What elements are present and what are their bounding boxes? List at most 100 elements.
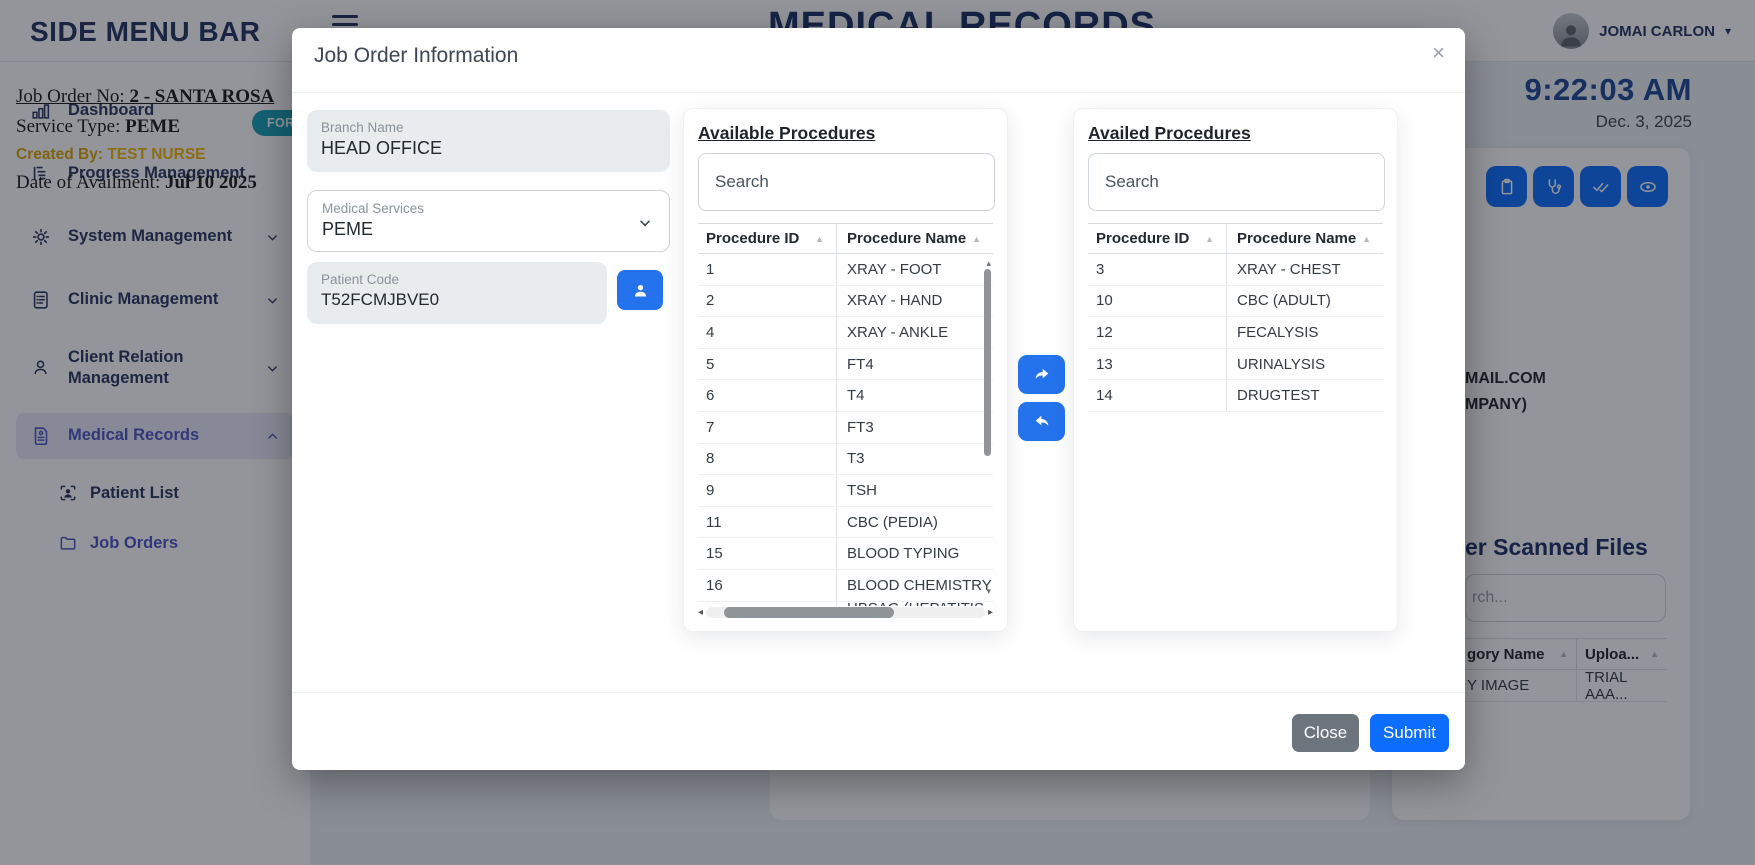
cell-procedure-id: 4	[698, 317, 837, 348]
table-row[interactable]: 9 TSH	[698, 475, 993, 507]
scroll-down-icon[interactable]: ▾	[986, 587, 991, 600]
patient-code-field: Patient Code T52FCMJBVE0	[307, 262, 607, 324]
available-procedures-title: Available Procedures	[698, 123, 1007, 144]
table-row[interactable]: 1 XRAY - FOOT	[698, 254, 993, 286]
cell-procedure-name: FT4	[837, 349, 993, 380]
person-icon	[631, 281, 650, 300]
cell-procedure-name: BLOOD CHEMISTRY	[837, 570, 993, 601]
table-row[interactable]: 2 XRAY - HAND	[698, 286, 993, 318]
cell-procedure-name: CBC (PEDIA)	[837, 507, 993, 538]
medical-services-select[interactable]: Medical Services PEME	[307, 190, 670, 252]
table-header-row: Procedure ID ▲ Procedure Name ▲	[1088, 223, 1383, 254]
cell-procedure-id: 10	[1088, 286, 1227, 317]
patient-code-label: Patient Code	[321, 272, 593, 287]
cell-procedure-name: BLOOD TYPING	[837, 538, 993, 569]
cell-procedure-id: 15	[698, 538, 837, 569]
modal-footer-divider	[292, 692, 1465, 693]
cell-procedure-name: XRAY - CHEST	[1227, 254, 1383, 285]
sort-caret-icon: ▲	[972, 234, 981, 244]
move-to-availed-button[interactable]	[1018, 355, 1065, 394]
submit-button[interactable]: Submit	[1370, 714, 1449, 752]
select-patient-button[interactable]	[617, 270, 663, 310]
cell-procedure-name: T3	[837, 444, 993, 475]
table-row[interactable]: 12 FECALYSIS	[1088, 317, 1383, 349]
table-row[interactable]: 10 CBC (ADULT)	[1088, 286, 1383, 318]
cell-procedure-name: XRAY - HAND	[837, 286, 993, 317]
table-row[interactable]: 16 BLOOD CHEMISTRY	[698, 570, 993, 602]
cell-procedure-name: T4	[837, 380, 993, 411]
job-order-modal: Job Order Information × Branch Name HEAD…	[292, 28, 1465, 770]
scroll-up-icon[interactable]: ▴	[986, 259, 991, 268]
table-row[interactable]: 4 XRAY - ANKLE	[698, 317, 993, 349]
cell-procedure-name: CBC (ADULT)	[1227, 286, 1383, 317]
column-header-procedure-id[interactable]: Procedure ID ▲	[1088, 224, 1227, 253]
cell-procedure-name: FT3	[837, 412, 993, 443]
chevron-down-icon	[637, 215, 653, 231]
table-row[interactable]: 6 T4	[698, 380, 993, 412]
cell-procedure-id: 12	[1088, 317, 1227, 348]
cell-procedure-id: 13	[1088, 349, 1227, 380]
cell-procedure-name: FECALYSIS	[1227, 317, 1383, 348]
cell-procedure-id: 11	[698, 507, 837, 538]
table-header-row: Procedure ID ▲ Procedure Name ▲	[698, 223, 993, 254]
table-row[interactable]: 5 FT4	[698, 349, 993, 381]
cell-procedure-id: 1	[698, 254, 837, 285]
table-row[interactable]: 7 FT3	[698, 412, 993, 444]
sort-caret-icon: ▲	[1205, 234, 1214, 244]
sort-caret-icon: ▲	[1362, 234, 1371, 244]
column-header-procedure-id[interactable]: Procedure ID ▲	[698, 224, 837, 253]
branch-name-label: Branch Name	[321, 120, 656, 135]
availed-search-input[interactable]	[1088, 153, 1385, 211]
scroll-right-icon[interactable]: ▸	[988, 608, 993, 618]
modal-header-divider	[292, 92, 1465, 93]
table-row[interactable]: 8 T3	[698, 444, 993, 476]
close-icon[interactable]: ×	[1432, 40, 1445, 66]
table-body: 3 XRAY - CHEST 10 CBC (ADULT) 12 FECALYS…	[1088, 254, 1383, 412]
column-label: Procedure Name	[847, 230, 966, 247]
arrow-right-icon	[1032, 365, 1052, 385]
column-header-procedure-name[interactable]: Procedure Name ▲	[837, 224, 993, 253]
cell-procedure-id: 2	[698, 286, 837, 317]
table-row[interactable]: 11 CBC (PEDIA)	[698, 507, 993, 539]
cell-procedure-id: 6	[698, 380, 837, 411]
column-label: Procedure ID	[1096, 230, 1189, 247]
cell-procedure-name: URINALYSIS	[1227, 349, 1383, 380]
table-row[interactable]: 3 XRAY - CHEST	[1088, 254, 1383, 286]
available-procedures-panel: Available Procedures Procedure ID ▲ Proc…	[683, 108, 1008, 632]
cell-procedure-id: 16	[698, 570, 837, 601]
availed-procedures-table: Procedure ID ▲ Procedure Name ▲ 3 XRAY -…	[1088, 223, 1383, 412]
app-root: SIDE MENU BAR Dashboard Progress Managem…	[0, 0, 1755, 865]
move-to-available-button[interactable]	[1018, 402, 1065, 441]
cell-procedure-id: 8	[698, 444, 837, 475]
modal-title: Job Order Information	[314, 44, 518, 68]
horizontal-scrollbar-thumb[interactable]	[724, 607, 894, 618]
cell-procedure-name: XRAY - FOOT	[837, 254, 993, 285]
cell-procedure-id: 14	[1088, 380, 1227, 411]
cell-procedure-id: 9	[698, 475, 837, 506]
patient-code-value: T52FCMJBVE0	[321, 290, 593, 310]
vertical-scrollbar-thumb[interactable]	[984, 269, 991, 456]
cell-procedure-id: 5	[698, 349, 837, 380]
cell-procedure-name: TSH	[837, 475, 993, 506]
availed-procedures-title: Availed Procedures	[1088, 123, 1397, 144]
column-header-procedure-name[interactable]: Procedure Name ▲	[1227, 224, 1383, 253]
horizontal-scrollbar-track[interactable]	[706, 607, 985, 618]
cell-procedure-name: DRUGTEST	[1227, 380, 1383, 411]
table-row[interactable]: 15 BLOOD TYPING	[698, 538, 993, 570]
close-button[interactable]: Close	[1292, 714, 1359, 752]
column-label: Procedure Name	[1237, 230, 1356, 247]
table-body: 1 XRAY - FOOT 2 XRAY - HAND 4 XRAY - ANK…	[698, 254, 993, 606]
cell-procedure-id: 7	[698, 412, 837, 443]
sort-caret-icon: ▲	[815, 234, 824, 244]
cell-procedure-name: XRAY - ANKLE	[837, 317, 993, 348]
arrow-left-icon	[1032, 412, 1052, 432]
table-row[interactable]: 13 URINALYSIS	[1088, 349, 1383, 381]
horizontal-scrollbar: ◂ ▸	[698, 606, 993, 619]
table-row[interactable]: 14 DRUGTEST	[1088, 380, 1383, 412]
availed-procedures-panel: Availed Procedures Procedure ID ▲ Proced…	[1073, 108, 1398, 632]
column-label: Procedure ID	[706, 230, 799, 247]
available-search-input[interactable]	[698, 153, 995, 211]
medical-services-value: PEME	[322, 219, 655, 240]
branch-name-field: Branch Name HEAD OFFICE	[307, 110, 670, 172]
scroll-left-icon[interactable]: ◂	[698, 608, 703, 618]
